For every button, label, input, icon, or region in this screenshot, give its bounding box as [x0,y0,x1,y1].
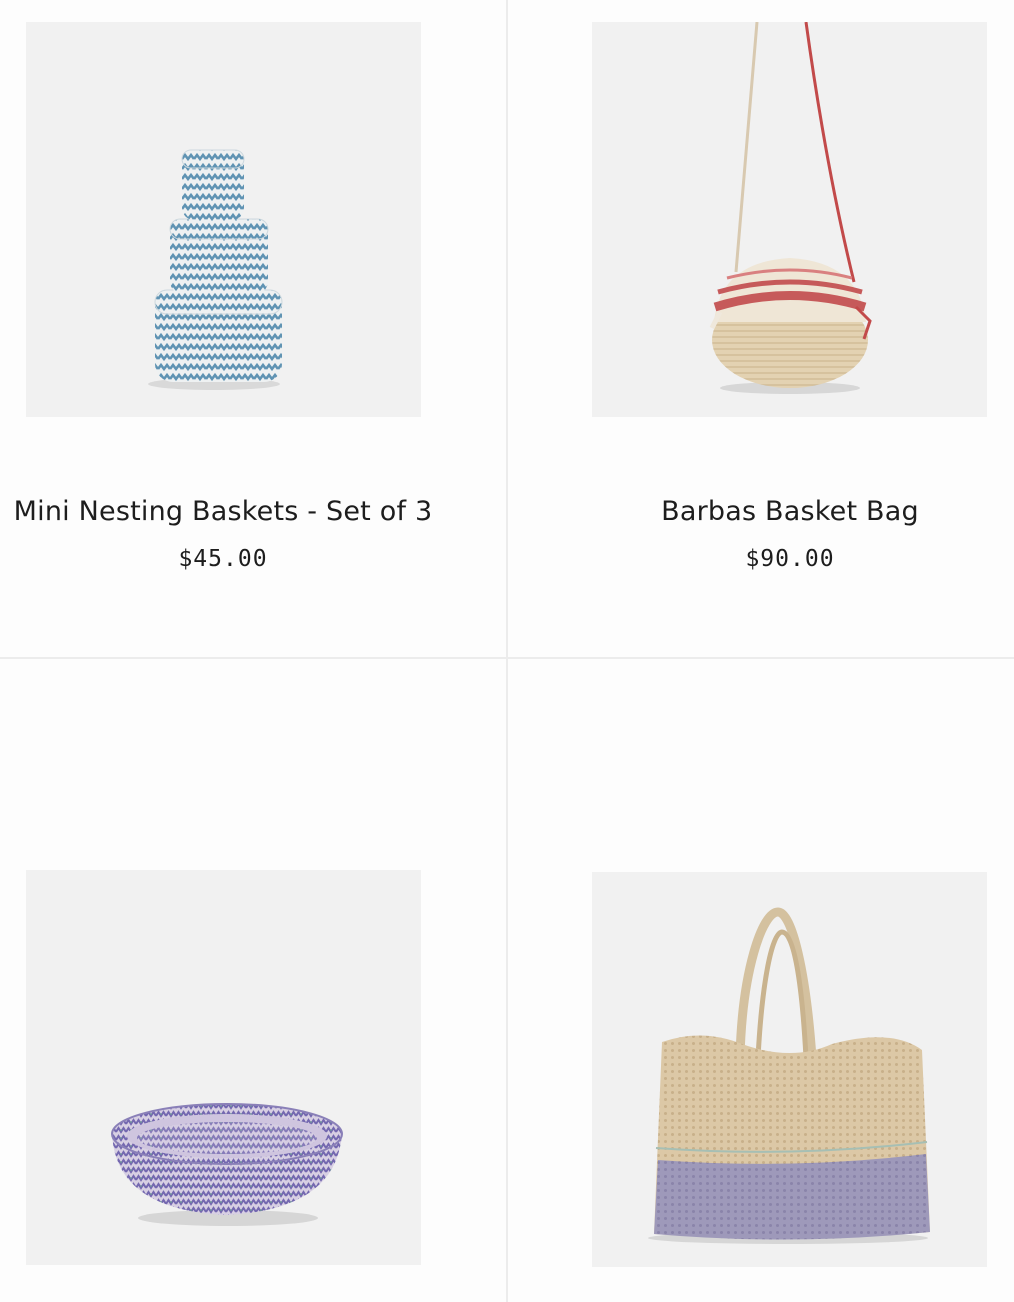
raffia-tote-illustration [648,907,930,1244]
product-title[interactable]: Mini Nesting Baskets - Set of 3 [0,496,446,527]
product-image[interactable] [592,22,987,417]
product-price: $45.00 [178,546,268,572]
product-image[interactable] [592,872,987,1267]
product-image[interactable] [26,870,421,1265]
product-title[interactable]: Barbas Basket Bag [508,496,1014,527]
product-card-mini-nesting-baskets[interactable]: Mini Nesting Baskets - Set of 3 $45.00 [0,0,506,657]
product-price: $90.00 [745,546,835,572]
product-image[interactable] [26,22,421,417]
woven-bowl-illustration [111,1103,343,1226]
product-grid: Mini Nesting Baskets - Set of 3 $45.00 B… [0,0,1014,1302]
basket-bag-illustration [709,22,872,394]
product-card-raffia-tote[interactable] [508,659,1014,1302]
product-card-barbas-basket-bag[interactable]: Barbas Basket Bag $90.00 [508,0,1014,657]
nesting-baskets-illustration [148,149,283,390]
product-card-woven-bowl[interactable] [0,659,506,1302]
